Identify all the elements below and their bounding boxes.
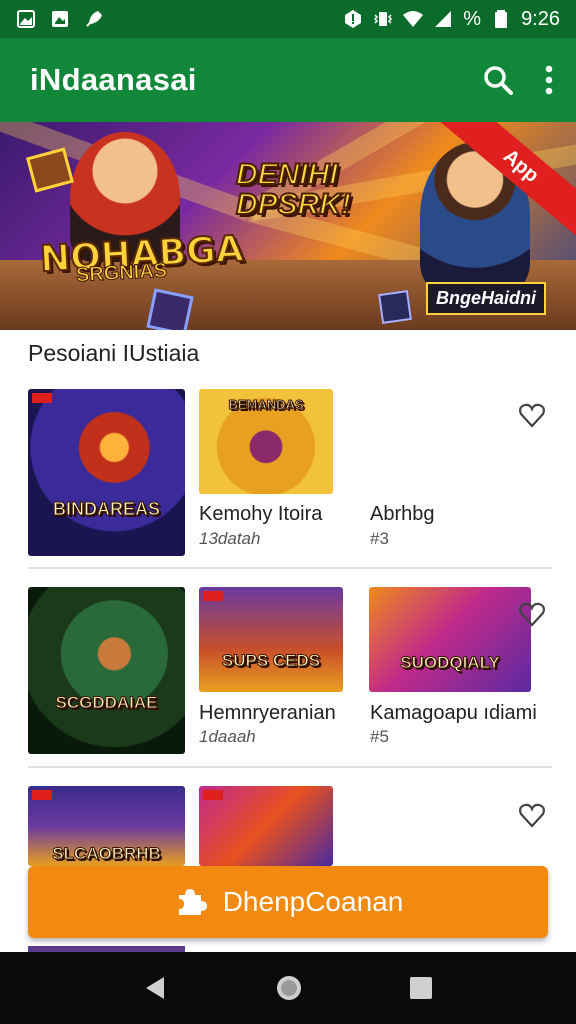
alert-icon <box>345 10 362 28</box>
thumbnail-label: BEMANDAS <box>228 397 304 413</box>
featured-banner[interactable]: NOHABGA SRGNIAS DENIHI DPSRK! App BngeHa… <box>0 122 576 330</box>
game-badge <box>203 591 223 601</box>
photo-icon <box>52 11 68 27</box>
thumbnail-label: SLCAOBRHB <box>52 844 162 864</box>
game-meta: 1daaah <box>199 727 256 746</box>
more-options-icon[interactable] <box>544 64 554 96</box>
banner-right-tag: BngeHaidni <box>425 282 546 315</box>
game-thumbnail[interactable]: SUODQIALY <box>369 587 531 692</box>
game-title[interactable]: Hemnryeranian <box>199 702 336 725</box>
game-title[interactable]: Abrhbg <box>370 503 435 526</box>
game-thumbnail[interactable]: SUPS CEDS <box>199 587 343 692</box>
clock: 9:26 <box>521 7 560 30</box>
wifi-icon <box>403 11 424 27</box>
banner-center-title: DENIHI DPSRK! <box>235 158 352 221</box>
game-meta: 13datah <box>199 529 261 548</box>
primary-action-label: DhenpCoanan <box>222 886 404 917</box>
home-icon[interactable] <box>273 972 305 1004</box>
game-thumbnail[interactable]: SLCAOBRHB <box>28 786 185 866</box>
recents-icon[interactable] <box>408 975 434 1001</box>
gallery-icon <box>17 10 35 28</box>
favorite-heart-icon[interactable] <box>518 401 546 429</box>
floating-crate <box>146 288 194 330</box>
game-badge <box>32 393 52 403</box>
game-badge <box>203 790 223 800</box>
floating-crate <box>378 290 412 324</box>
app-title: iNdaanasai <box>30 62 197 97</box>
battery-icon <box>495 10 508 28</box>
game-meta: #3 <box>370 529 389 548</box>
thumbnail-label: SUODQIALY <box>400 653 501 673</box>
game-title[interactable]: Kamagoapu ıdiami <box>370 702 537 725</box>
thumbnail-label: BINDAREAS <box>52 499 160 520</box>
signal-icon <box>435 11 452 27</box>
app-bar: iNdaanasai <box>0 38 576 122</box>
system-nav-bar <box>0 952 576 1024</box>
game-badge <box>32 790 52 800</box>
primary-action-button[interactable]: DhenpCoanan <box>28 866 548 938</box>
game-thumbnail[interactable]: SCGDDAIAE <box>28 587 185 754</box>
game-meta: #5 <box>370 727 389 746</box>
puzzle-icon <box>178 889 207 915</box>
section-title: Pesoiani IUstiaia <box>28 340 200 366</box>
thumbnail-label: SUPS CEDS <box>221 651 321 671</box>
game-title[interactable]: Kemohy Itoira <box>199 503 322 526</box>
banner-left-subtitle: SRGNIAS <box>75 259 168 287</box>
game-thumbnail[interactable]: BEMANDAS <box>199 389 333 494</box>
back-icon[interactable] <box>142 974 170 1002</box>
row-divider <box>28 567 552 569</box>
rocket-icon <box>86 11 102 27</box>
game-thumbnail[interactable]: BINDAREAS <box>28 389 185 556</box>
status-bar: % 9:26 <box>0 0 576 38</box>
search-icon[interactable] <box>482 64 514 96</box>
favorite-heart-icon[interactable] <box>518 801 546 829</box>
game-thumbnail[interactable] <box>199 786 333 866</box>
vibrate-icon <box>374 12 393 26</box>
battery-percent: % <box>463 7 482 30</box>
thumbnail-label: SCGDDAIAE <box>55 693 158 713</box>
row-divider <box>28 766 552 768</box>
favorite-heart-icon[interactable] <box>518 600 546 628</box>
